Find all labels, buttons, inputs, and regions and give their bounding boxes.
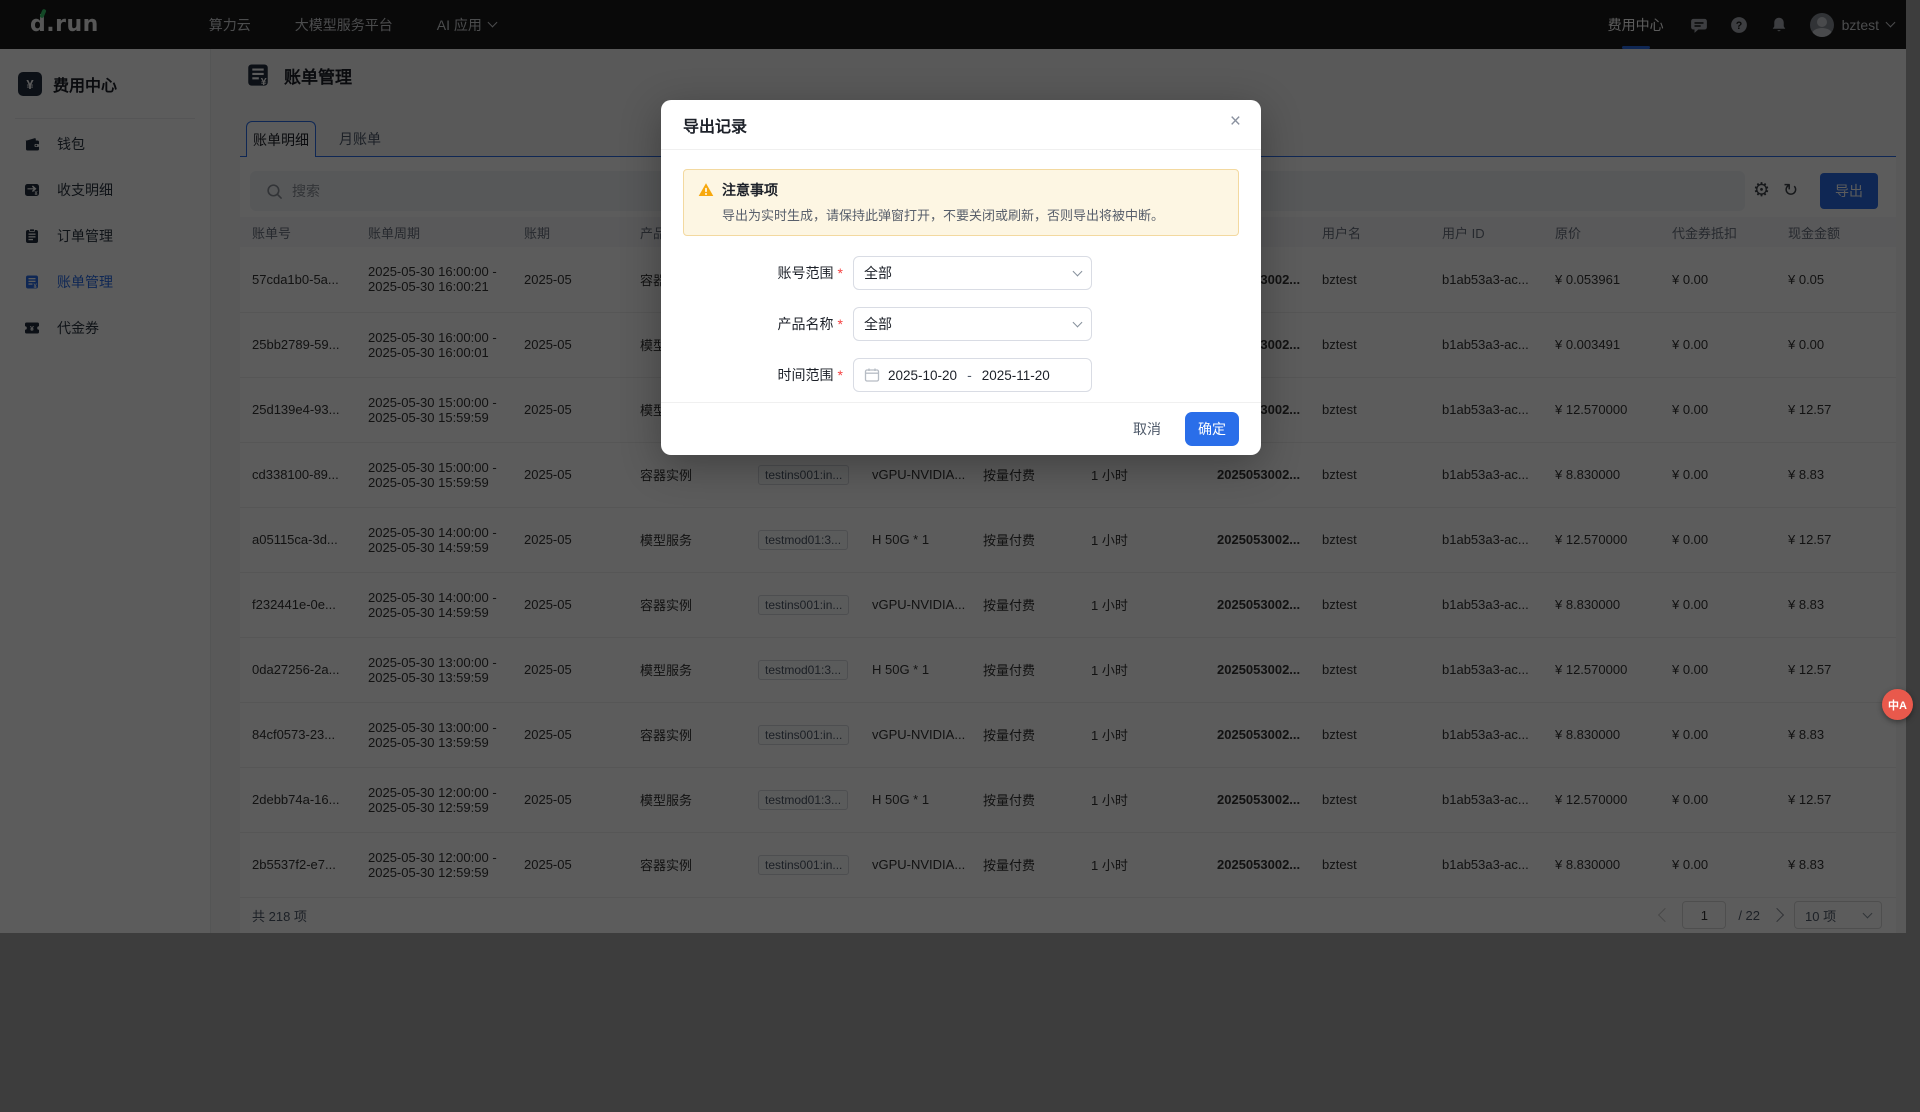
product-name-value: 全部 [864,314,892,334]
chevron-down-icon [1073,317,1083,327]
required-asterisk: * [838,367,843,383]
dialog-footer: 取消 确定 [661,402,1261,455]
required-asterisk: * [838,316,843,332]
notice-body: 导出为实时生成，请保持此弹窗打开，不要关闭或刷新，否则导出将被中断。 [722,205,1224,224]
calendar-icon [864,367,880,383]
product-name-select[interactable]: 全部 [853,307,1092,341]
date-end-value: 2025-11-20 [982,368,1050,383]
required-asterisk: * [838,265,843,281]
account-scope-select[interactable]: 全部 [853,256,1092,290]
form-row-product-name: 产品名称* 全部 [661,307,1261,341]
chevron-down-icon [1073,266,1083,276]
export-dialog: 导出记录 × 注意事项 导出为实时生成，请保持此弹窗打开，不要关闭或刷新，否则导… [661,100,1261,455]
dialog-title: 导出记录 [661,100,1261,150]
close-icon[interactable]: × [1230,112,1241,131]
product-name-label: 产品名称 [778,316,834,332]
date-separator: - [967,367,972,383]
cancel-button[interactable]: 取消 [1133,419,1161,439]
account-scope-value: 全部 [864,263,892,283]
notice-title: 注意事项 [722,180,778,200]
date-range-picker[interactable]: 2025-10-20 - 2025-11-20 [853,358,1092,392]
date-start-value: 2025-10-20 [888,368,957,383]
time-range-label: 时间范围 [778,367,834,383]
floating-widget[interactable]: 中A [1882,689,1913,720]
notice-box: 注意事项 导出为实时生成，请保持此弹窗打开，不要关闭或刷新，否则导出将被中断。 [683,169,1239,236]
confirm-button[interactable]: 确定 [1185,412,1239,446]
form-row-account-scope: 账号范围* 全部 [661,256,1261,290]
warning-icon [698,182,714,198]
form-row-time-range: 时间范围* 2025-10-20 - 2025-11-20 [661,358,1261,392]
account-scope-label: 账号范围 [778,265,834,281]
